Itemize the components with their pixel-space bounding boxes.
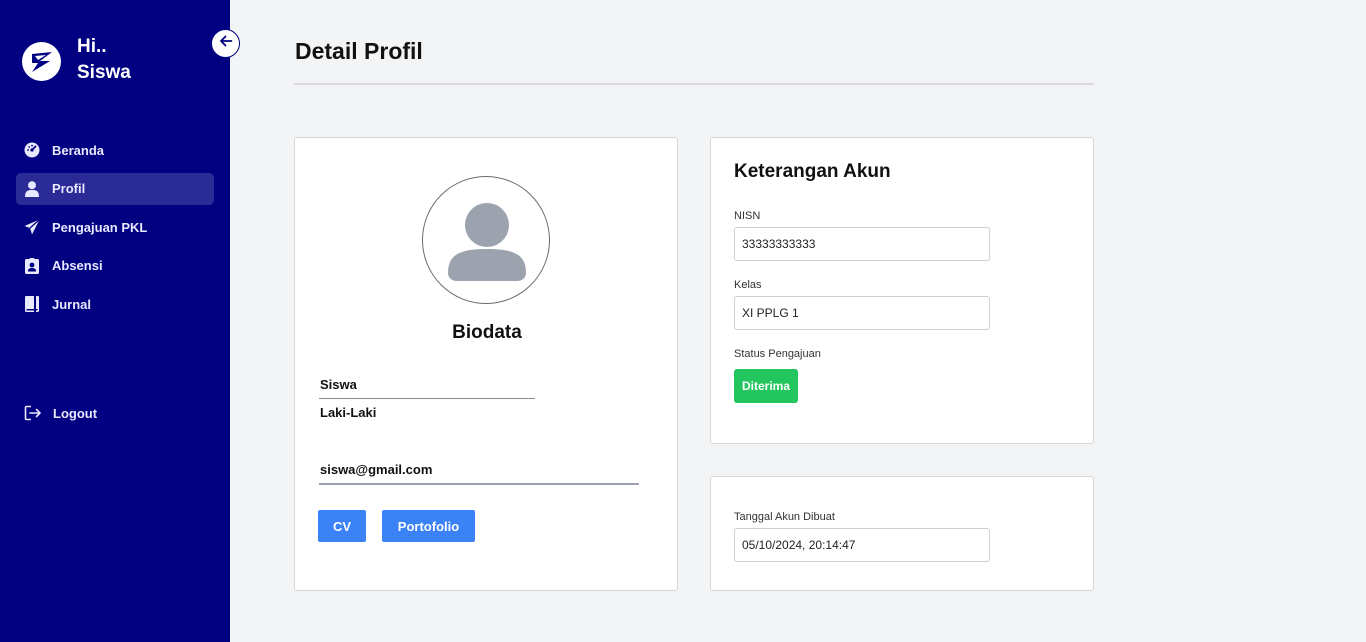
status-label: Status Pengajuan <box>734 348 821 360</box>
student-gender: Laki-Laki <box>320 405 377 420</box>
account-info-card: Keterangan Akun NISN 33333333333 Kelas X… <box>710 137 1094 444</box>
sidebar-item-profil[interactable]: Profil <box>16 172 214 205</box>
paper-plane-icon <box>24 219 40 235</box>
portfolio-button[interactable]: Portofolio <box>382 510 475 542</box>
sidebar-item-jurnal[interactable]: Jurnal <box>16 288 214 320</box>
page-title: Detail Profil <box>295 38 423 64</box>
greeting: Hi.. Siswa <box>77 34 131 86</box>
logout-button[interactable]: Logout <box>24 404 97 422</box>
biodata-title: Biodata <box>452 322 522 343</box>
app-logo-icon <box>22 42 61 81</box>
biodata-card: Biodata Siswa Laki-Laki siswa@gmail.com … <box>294 137 678 591</box>
greeting-line1: Hi.. <box>77 36 107 57</box>
sign-out-icon <box>24 404 42 422</box>
class-label: Kelas <box>734 279 762 291</box>
sidebar-collapse-button[interactable] <box>211 29 240 58</box>
sidebar-item-label: Profil <box>52 181 86 196</box>
class-field: XI PPLG 1 <box>734 296 990 330</box>
id-badge-icon <box>24 257 40 274</box>
created-date-field: 05/10/2024, 20:14:47 <box>734 528 990 562</box>
sidebar-item-label: Beranda <box>52 142 105 158</box>
title-divider <box>294 83 1094 85</box>
account-created-card: Tanggal Akun Dibuat 05/10/2024, 20:14:47 <box>710 476 1094 591</box>
sidebar-item-label: Absensi <box>52 258 103 273</box>
sidebar-item-label: Jurnal <box>52 296 92 312</box>
nisn-field: 33333333333 <box>734 227 990 261</box>
user-icon <box>24 180 40 197</box>
cv-button[interactable]: CV <box>318 510 366 542</box>
sidebar-nav: Beranda Profil Pengajuan PKL Absensi Jur… <box>16 134 214 327</box>
sidebar-item-absensi[interactable]: Absensi <box>16 250 214 282</box>
nisn-label: NISN <box>734 210 761 222</box>
sidebar-item-beranda[interactable]: Beranda <box>16 134 214 166</box>
sidebar-item-label: Pengajuan PKL <box>52 219 148 235</box>
arrow-left-icon <box>219 34 233 53</box>
account-info-title: Keterangan Akun <box>734 161 891 182</box>
created-date-label: Tanggal Akun Dibuat <box>734 511 835 523</box>
sidebar-brand: Hi.. Siswa <box>22 36 131 83</box>
logout-label: Logout <box>53 405 98 421</box>
status-badge: Diterima <box>734 369 798 403</box>
student-name: Siswa <box>319 377 535 399</box>
dashboard-gauge-icon <box>24 142 40 158</box>
book-icon <box>24 296 40 312</box>
student-email: siswa@gmail.com <box>319 462 639 485</box>
user-avatar-placeholder-icon <box>422 176 550 304</box>
greeting-username: Siswa <box>77 62 131 83</box>
sidebar: Hi.. Siswa Beranda Profil Pengajuan PKL <box>0 0 230 642</box>
sidebar-item-pengajuan-pkl[interactable]: Pengajuan PKL <box>16 211 214 243</box>
